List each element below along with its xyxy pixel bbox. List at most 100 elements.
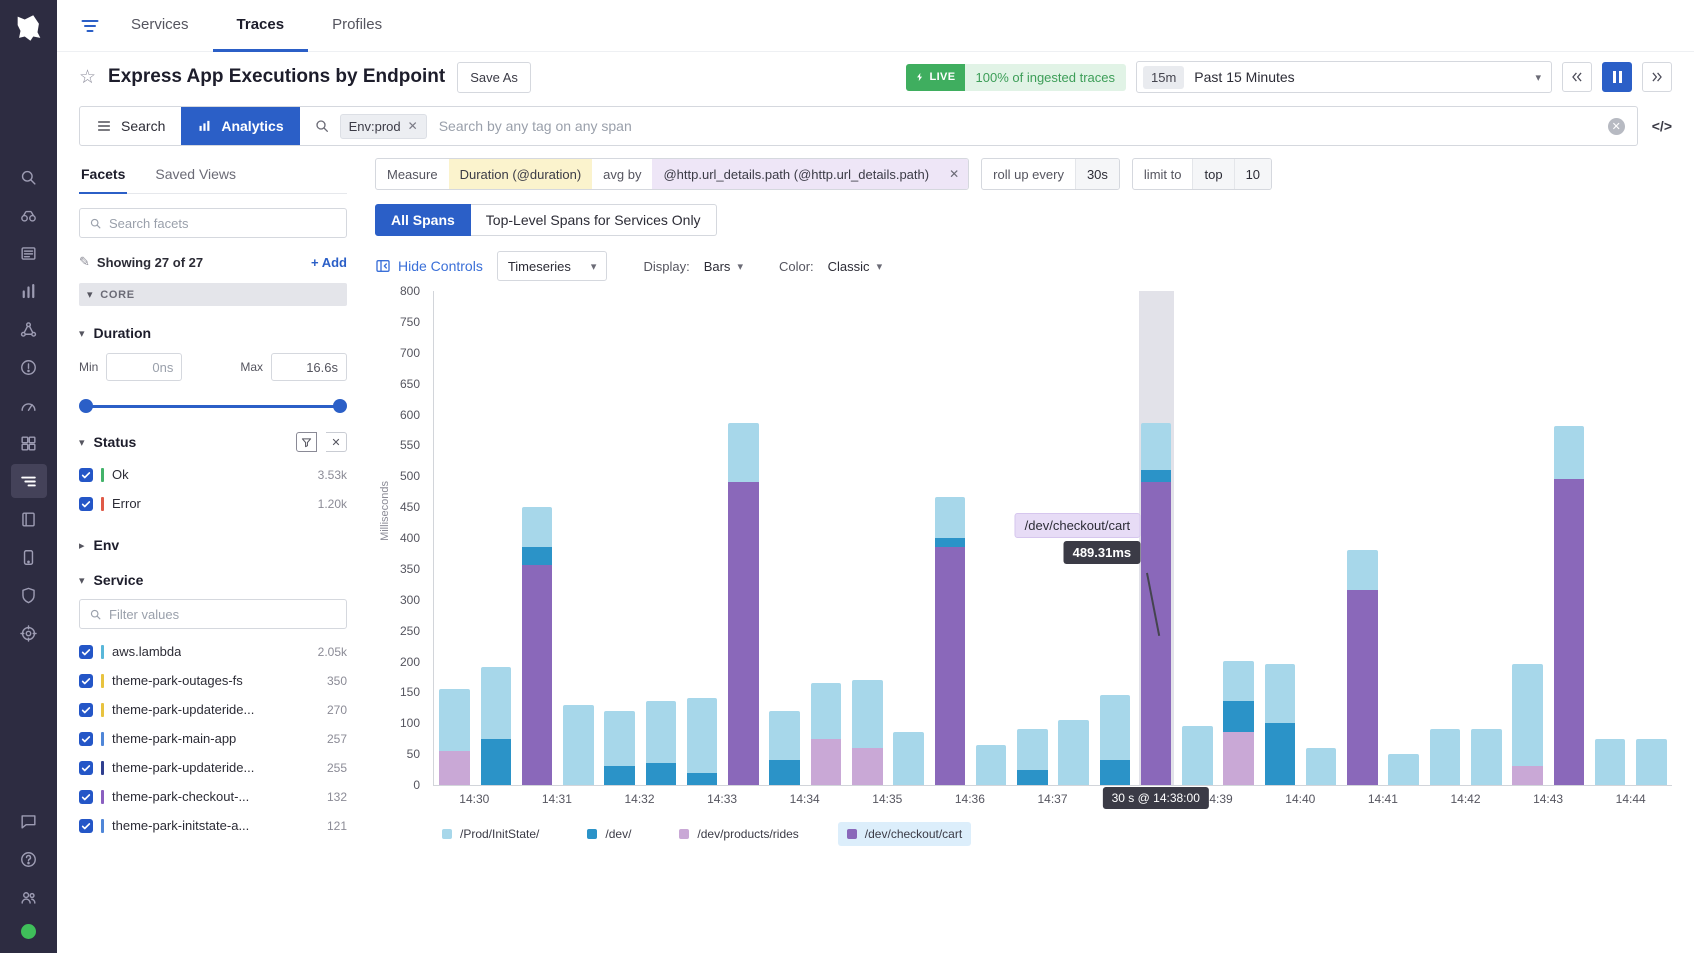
monitors-icon[interactable]	[11, 350, 47, 384]
bar-segment[interactable]	[604, 711, 635, 767]
bar-segment[interactable]	[728, 482, 759, 785]
checkbox[interactable]	[79, 790, 93, 804]
chat-icon[interactable]	[11, 804, 47, 838]
checkbox[interactable]	[79, 732, 93, 746]
bar-segment[interactable]	[893, 732, 924, 785]
stacked-bar[interactable]	[1636, 739, 1667, 785]
bar-segment[interactable]	[1265, 664, 1296, 723]
service-row[interactable]: theme-park-checkout-...132	[79, 782, 347, 811]
hide-controls-button[interactable]: Hide Controls	[375, 258, 483, 274]
status-header[interactable]: ▾ Status ✕	[79, 432, 347, 452]
bar-segment[interactable]	[1554, 479, 1585, 785]
bar-segment[interactable]	[935, 547, 966, 785]
bar-segment[interactable]	[811, 683, 842, 739]
checkbox[interactable]	[79, 645, 93, 659]
tab-facets[interactable]: Facets	[79, 158, 127, 194]
datadog-logo-icon[interactable]	[7, 6, 51, 50]
edit-facets-icon[interactable]: ✎	[79, 254, 90, 270]
fast-forward-button[interactable]	[1642, 62, 1672, 92]
remove-groupby-icon[interactable]: ✕	[940, 159, 968, 189]
bar-segment[interactable]	[439, 751, 470, 785]
dashboards-icon[interactable]	[11, 388, 47, 422]
color-select[interactable]: Classic ▾	[828, 259, 882, 274]
bar-segment[interactable]	[852, 748, 883, 785]
rum-icon[interactable]	[11, 540, 47, 574]
bar-segment[interactable]	[935, 538, 966, 547]
metrics-icon[interactable]	[11, 274, 47, 308]
limit-sort[interactable]: top	[1192, 159, 1233, 189]
favorite-star-icon[interactable]: ☆	[79, 66, 96, 89]
stacked-bar[interactable]	[811, 683, 842, 785]
bar-segment[interactable]	[1512, 664, 1543, 766]
bar-segment[interactable]	[1306, 748, 1337, 785]
bar-segment[interactable]	[1471, 729, 1502, 785]
stacked-bar[interactable]	[687, 698, 718, 785]
stacked-bar[interactable]	[1471, 729, 1502, 785]
checkbox[interactable]	[79, 468, 93, 482]
service-row[interactable]: theme-park-updateride...255	[79, 753, 347, 782]
checkbox[interactable]	[79, 761, 93, 775]
status-clear-button[interactable]: ✕	[326, 432, 347, 452]
status-filter-button[interactable]	[296, 432, 317, 452]
bar-segment[interactable]	[976, 745, 1007, 785]
stacked-bar[interactable]	[1058, 720, 1089, 785]
view-type-select[interactable]: Timeseries ▾	[497, 251, 608, 281]
duration-min-input[interactable]: 0ns	[106, 353, 182, 381]
stacked-bar[interactable]	[1223, 661, 1254, 785]
bar-segment[interactable]	[522, 565, 553, 785]
bar-segment[interactable]	[769, 711, 800, 761]
tab-services[interactable]: Services	[107, 0, 213, 52]
bar-segment[interactable]	[1223, 661, 1254, 701]
checkbox[interactable]	[79, 674, 93, 688]
service-filter-input[interactable]: Filter values	[79, 599, 347, 629]
duration-slider[interactable]	[79, 399, 347, 413]
bar-segment[interactable]	[481, 667, 512, 738]
env-header[interactable]: ▸ Env	[79, 537, 347, 553]
bar-segment[interactable]	[522, 547, 553, 566]
tab-profiles[interactable]: Profiles	[308, 0, 406, 52]
bar-segment[interactable]	[1388, 754, 1419, 785]
stacked-bar[interactable]	[976, 745, 1007, 785]
legend-item[interactable]: /dev/	[578, 822, 640, 846]
bar-segment[interactable]	[1347, 550, 1378, 590]
legend-item[interactable]: /dev/checkout/cart	[838, 822, 971, 846]
stacked-bar[interactable]	[481, 667, 512, 785]
nav-filter-icon[interactable]	[73, 16, 107, 36]
bar-segment[interactable]	[1223, 732, 1254, 785]
stacked-bar[interactable]	[1347, 550, 1378, 785]
duration-max-input[interactable]: 16.6s	[271, 353, 347, 381]
stacked-bar[interactable]	[893, 732, 924, 785]
bar-segment[interactable]	[1636, 739, 1667, 785]
bar-segment[interactable]	[1141, 482, 1172, 785]
clear-search-icon[interactable]: ✕	[1608, 118, 1625, 135]
bar-segment[interactable]	[769, 760, 800, 785]
network-icon[interactable]	[11, 312, 47, 346]
bar-segment[interactable]	[1058, 720, 1089, 785]
notebooks-icon[interactable]	[11, 502, 47, 536]
bar-segment[interactable]	[481, 739, 512, 785]
service-row[interactable]: theme-park-main-app257	[79, 724, 347, 753]
live-indicator[interactable]: LIVE 100% of ingested traces	[906, 64, 1126, 91]
stacked-bar[interactable]	[1306, 748, 1337, 785]
stacked-bar[interactable]	[439, 689, 470, 785]
checkbox[interactable]	[79, 703, 93, 717]
env-prod-tag[interactable]: Env:prod ✕	[340, 114, 427, 139]
avg-by-value-pill[interactable]: @http.url_details.path (@http.url_detail…	[652, 159, 940, 189]
code-view-icon[interactable]: </>	[1652, 118, 1672, 134]
limit-value[interactable]: 10	[1234, 159, 1271, 189]
apm-traces-icon[interactable]	[11, 464, 47, 498]
bar-segment[interactable]	[1265, 723, 1296, 785]
stacked-bar[interactable]	[1141, 423, 1172, 785]
bar-segment[interactable]	[439, 689, 470, 751]
security-icon[interactable]	[11, 578, 47, 612]
bar-segment[interactable]	[1017, 770, 1048, 785]
stacked-bar[interactable]	[1554, 426, 1585, 785]
stacked-bar[interactable]	[522, 507, 553, 785]
bar-segment[interactable]	[1017, 729, 1048, 769]
search-facets-input[interactable]: Search facets	[79, 208, 347, 238]
stacked-bar[interactable]	[1017, 729, 1048, 785]
bar-segment[interactable]	[1554, 426, 1585, 479]
measure-value-pill[interactable]: Duration (@duration)	[449, 159, 593, 189]
search-icon[interactable]	[11, 160, 47, 194]
infrastructure-icon[interactable]	[11, 198, 47, 232]
